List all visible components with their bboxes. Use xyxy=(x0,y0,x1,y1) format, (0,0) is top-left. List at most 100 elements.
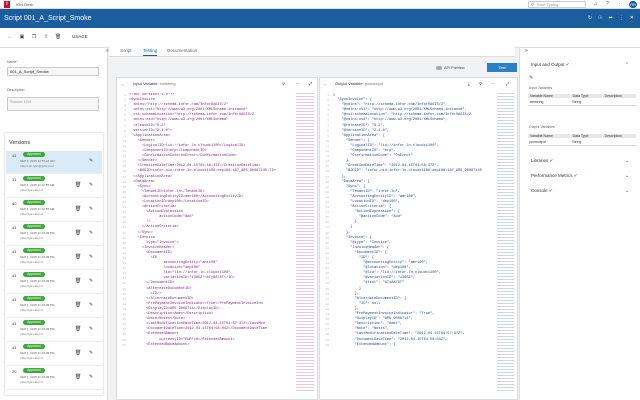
edit-icon[interactable]: ✎ xyxy=(89,350,93,356)
avatar[interactable]: RR xyxy=(629,1,637,8)
trash-icon[interactable]: 🗑 xyxy=(75,302,81,308)
io-section-title: Input and Output xyxy=(531,62,565,67)
edit-icon[interactable]: ✎ xyxy=(529,75,533,81)
help-icon[interactable]: ? xyxy=(604,1,611,8)
close-icon[interactable]: ✕ xyxy=(630,15,634,21)
version-item[interactable]: 41 Approved SEP 3, 2025 12:57:24 AM robert.… xyxy=(6,151,102,174)
edit-icon[interactable]: ✎ xyxy=(89,254,93,260)
save-icon[interactable]: ▣ xyxy=(19,34,25,40)
output-fullscreen-icon[interactable]: ⤢ xyxy=(506,81,509,86)
more-icon[interactable]: ⋮ xyxy=(619,15,624,21)
version-user: robertryan.abr.inf xyxy=(20,332,43,336)
input-fullscreen-icon[interactable]: ⤢ xyxy=(309,81,312,86)
app-name: ION Desk xyxy=(16,2,34,7)
test-button[interactable]: Test xyxy=(487,63,517,72)
share-icon[interactable]: ➦ xyxy=(609,15,613,21)
version-item[interactable]: 41 Approved SEP 1, 2025 11:26:09 PM robertr… xyxy=(6,271,102,294)
delete-icon[interactable]: 🗑 xyxy=(55,34,61,40)
export-icon[interactable]: ⇧ xyxy=(43,34,49,40)
trash-icon[interactable]: 🗑 xyxy=(75,254,81,260)
expand-right-icon[interactable]: » xyxy=(525,48,528,54)
status-badge: Approved xyxy=(23,344,45,349)
version-item[interactable]: 41 Approved SEP 1, 2025 11:26:09 PM robertr… xyxy=(6,223,102,246)
table-row[interactable]: xmlstring String xyxy=(527,98,637,106)
trash-icon[interactable]: 🗑 xyxy=(75,206,81,212)
tab-testing[interactable]: Testing xyxy=(143,48,158,56)
version-item[interactable]: 41 Approved SEP 1, 2025 11:26:09 PM robertr… xyxy=(6,295,102,318)
input-code[interactable]: <?xml version="1.0"?> <SyncInvoice xmlns=… xyxy=(129,93,294,398)
apps-icon[interactable]: ⋮ xyxy=(616,1,623,8)
trash-icon[interactable]: 🗑 xyxy=(75,374,81,380)
check-icon: ✔ xyxy=(565,62,570,67)
check-icon: ✔ xyxy=(549,158,554,163)
trash-icon[interactable]: 🗑 xyxy=(75,326,81,332)
copy-icon[interactable]: ❐ xyxy=(31,34,37,40)
var-desc-cell xyxy=(602,138,637,146)
trash-icon[interactable]: 🗑 xyxy=(75,182,81,188)
trash-icon[interactable]: 🗑 xyxy=(75,230,81,236)
output-back-icon[interactable]: ← xyxy=(323,81,327,86)
input-minimap[interactable] xyxy=(296,93,314,393)
edit-icon[interactable]: ✎ xyxy=(89,326,93,332)
version-user: robertryan.abr.inf xyxy=(20,284,43,288)
input-more-icon[interactable]: ⋯ xyxy=(296,81,300,86)
version-number: 41 xyxy=(12,297,17,302)
name-field[interactable]: 001_A_Script_Smoke xyxy=(7,67,99,76)
edit-icon[interactable]: ✎ xyxy=(89,158,93,164)
app-logo[interactable]: i xyxy=(4,1,10,8)
version-number: 41 xyxy=(12,345,17,350)
output-variable-title: Output Variable: jsonoutput xyxy=(335,81,383,86)
chevron-up-icon[interactable]: ⌃ xyxy=(625,62,629,68)
version-user: robert.ab.ryan@infor.com xyxy=(20,164,54,168)
version-item[interactable]: 31 Approved SEP 4, 2025 11:02:55 AM robertr… xyxy=(6,175,102,198)
chevron-down-icon[interactable]: ⌄ xyxy=(625,158,629,164)
table-row[interactable]: jsonoutput String xyxy=(527,138,637,146)
line-number: 50 xyxy=(122,343,126,347)
search-input[interactable]: ⚲ Start Typing xyxy=(528,1,586,8)
output-minimap[interactable] xyxy=(497,93,514,393)
libraries-section[interactable]: Libraries ✔ xyxy=(531,158,553,164)
version-user: robertryan.abr.inf xyxy=(20,356,43,360)
search-placeholder: Start Typing xyxy=(537,2,559,7)
input-vars-table: Variable Name Data Type Description xmls… xyxy=(527,93,638,106)
version-item[interactable]: 41 Approved SEP 1, 2025 11:26:09 PM robertr… xyxy=(6,247,102,270)
api-preview-toggle[interactable] xyxy=(436,66,442,70)
input-variable-name: xmlstring xyxy=(159,81,176,86)
back-icon[interactable]: ← xyxy=(7,34,13,40)
edit-icon[interactable]: ✎ xyxy=(89,182,93,188)
bell-icon[interactable]: ♫ xyxy=(592,1,599,8)
version-number: 41 xyxy=(12,249,17,254)
description-field[interactable]: Smoke 1/15 xyxy=(7,97,99,111)
edit-icon[interactable]: ✎ xyxy=(89,206,93,212)
output-code[interactable]: { "SyncInvoice": { "@xmlns": "http://sch… xyxy=(333,93,495,398)
tab-documentation[interactable]: Documentation xyxy=(167,48,197,53)
output-variable-name: jsonoutput xyxy=(364,81,384,86)
chevron-down-icon[interactable]: ⌄ xyxy=(625,188,629,194)
chevron-down-icon[interactable]: ⌄ xyxy=(625,173,629,179)
io-section-header[interactable]: Input and Output ✔ xyxy=(531,62,570,68)
trash-icon[interactable]: 🗑 xyxy=(75,278,81,284)
edit-icon[interactable]: ✎ xyxy=(89,374,93,380)
console-section[interactable]: Console ✔ xyxy=(531,188,553,194)
performance-section[interactable]: Performance Metrics ✔ xyxy=(531,173,578,179)
history-icon[interactable]: ↻ xyxy=(588,15,592,21)
version-item[interactable]: 20 Approved SEP 1, 2025 11:26:09 PM robertr… xyxy=(6,367,102,390)
version-item[interactable]: 40 Approved SEP 4, 2025 11:02:55 AM robertr… xyxy=(6,199,102,222)
edit-icon[interactable]: ✎ xyxy=(89,302,93,308)
edit-icon[interactable]: ✎ xyxy=(89,230,93,236)
output-search-icon[interactable]: ⚲ xyxy=(479,81,482,86)
edit-icon[interactable]: ✎ xyxy=(89,278,93,284)
tab-script[interactable]: Script xyxy=(120,48,132,53)
usage-tab[interactable]: USAGE xyxy=(72,34,88,39)
version-date: SEP 1, 2025 11:26:09 PM xyxy=(20,231,55,235)
version-item[interactable]: 41 Approved SEP 1, 2025 11:26:09 PM robertr… xyxy=(6,343,102,366)
output-more-icon[interactable]: ⋯ xyxy=(491,81,495,86)
input-search-icon[interactable]: ⚲ xyxy=(282,81,285,86)
version-item[interactable]: 41 Approved SEP 1, 2025 11:26:09 PM robertr… xyxy=(6,319,102,342)
status-badge: Approved xyxy=(23,224,45,229)
input-back-icon[interactable]: ← xyxy=(121,81,125,86)
trash-icon[interactable]: 🗑 xyxy=(75,350,81,356)
download-icon[interactable]: ⤓ xyxy=(468,81,470,86)
bookmark-icon[interactable]: ☉ xyxy=(598,15,602,21)
console-title: Console xyxy=(531,188,548,193)
